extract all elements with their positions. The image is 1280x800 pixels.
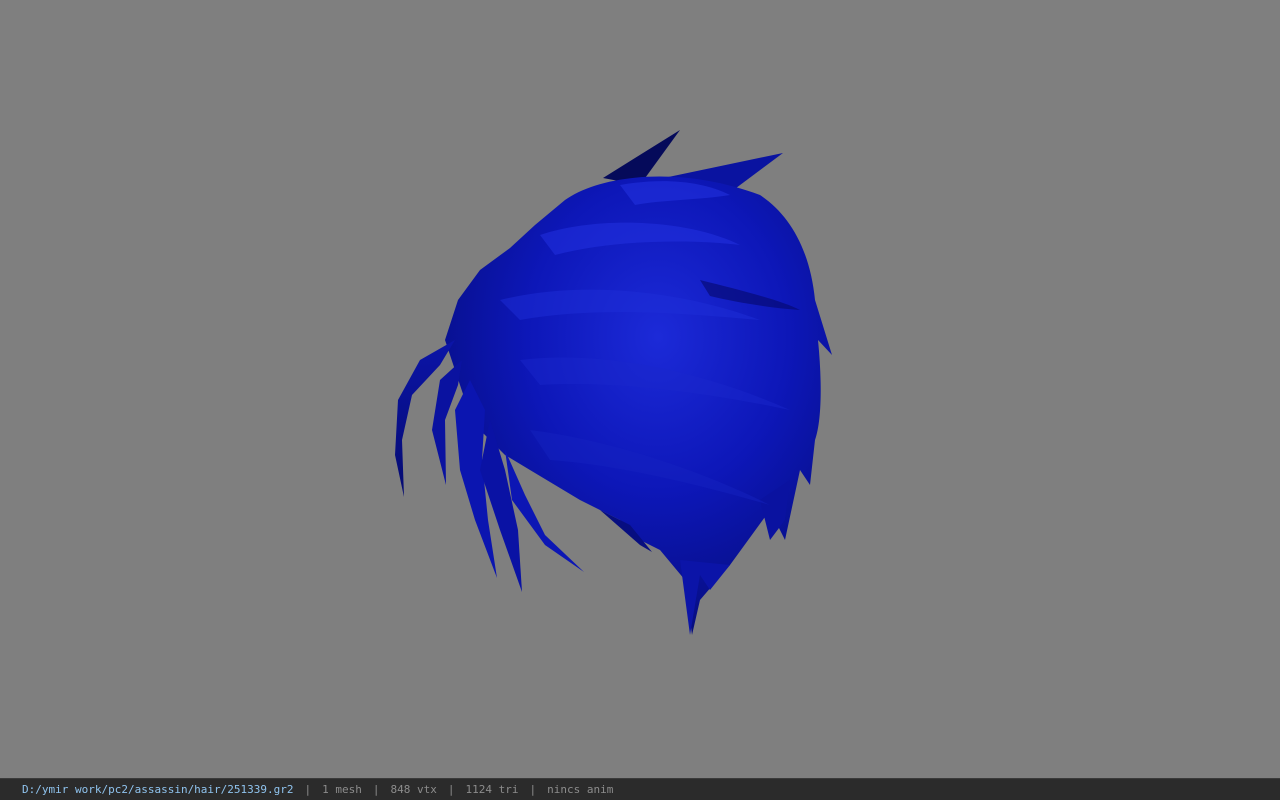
animation-info-label: nincs anim [547,783,614,796]
hair-model-render [395,130,832,635]
vertex-count-label: 848 vtx [390,783,437,796]
separator: | [372,783,380,796]
hair-mesh [395,130,832,635]
3d-viewport[interactable] [0,0,1280,778]
separator: | [447,783,455,796]
status-bar: D:/ymir work/pc2/assassin/hair/251339.gr… [0,778,1280,800]
file-path-label: D:/ymir work/pc2/assassin/hair/251339.gr… [22,783,294,796]
triangle-count-label: 1124 tri [465,783,519,796]
mesh-count-label: 1 mesh [322,783,362,796]
separator: | [304,783,312,796]
separator: | [529,783,537,796]
